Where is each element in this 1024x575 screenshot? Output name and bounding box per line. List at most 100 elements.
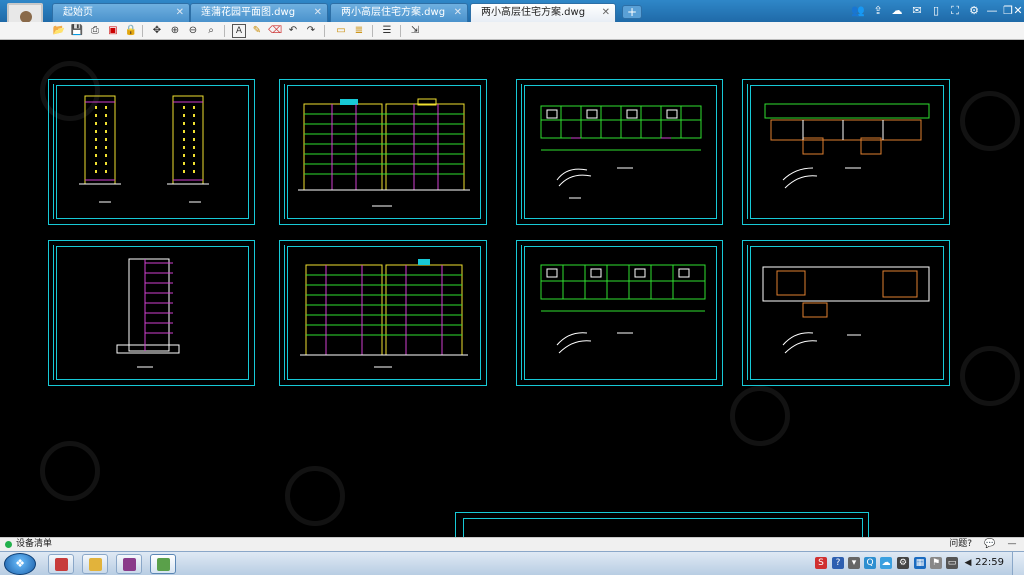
sogou-ime-icon[interactable]: S — [815, 557, 827, 569]
pan-icon[interactable]: ✥ — [150, 24, 164, 38]
toolbar-spacer — [0, 22, 46, 40]
watermark-icon — [960, 346, 1020, 406]
start-button[interactable]: ❖ — [4, 553, 36, 575]
taskbar-app-folder[interactable] — [82, 554, 108, 574]
feedback-link[interactable]: 问题? — [949, 538, 972, 551]
cloud-tray-icon[interactable]: ☁ — [880, 557, 892, 569]
toolbar-divider — [324, 25, 325, 37]
drawing-sheet-floor-plan-1[interactable] — [516, 79, 723, 225]
section-drawing — [116, 258, 180, 368]
qq-icon[interactable]: Q — [864, 557, 876, 569]
close-window-icon[interactable]: ✕ — [1010, 3, 1024, 19]
close-icon[interactable]: ✕ — [314, 4, 322, 21]
floor-plan-drawing — [540, 264, 706, 354]
tab-start-page[interactable]: 起始页 ✕ — [52, 3, 190, 22]
fullscreen-icon[interactable]: ⛶ — [947, 3, 963, 19]
toolbar-divider — [142, 25, 143, 37]
open-icon[interactable]: 📂 — [52, 24, 66, 38]
export-icon[interactable]: ⇲ — [408, 24, 422, 38]
watermark-icon — [730, 386, 790, 446]
flag-icon[interactable]: ⚑ — [930, 557, 942, 569]
taskbar: ❖ S ? ▾ Q ☁ ⚙ ▦ ⚑ ▭ ◀ 22:59 — [0, 551, 1024, 575]
watermark-icon — [960, 91, 1020, 151]
new-tab-button[interactable]: + — [622, 5, 642, 19]
lock-icon[interactable]: 🔒 — [124, 24, 138, 38]
taskbar-app-media[interactable] — [48, 554, 74, 574]
pdf-icon[interactable]: ▣ — [106, 24, 120, 38]
layer-icon[interactable]: ▭ — [334, 24, 348, 38]
rear-elevation-drawing — [300, 259, 468, 368]
tab-label: 两小高层住宅方案.dwg — [481, 7, 586, 18]
watermark-icon — [40, 441, 100, 501]
drawing-sheet-floor-plan-4[interactable] — [742, 240, 950, 386]
close-icon[interactable]: ✕ — [176, 4, 184, 21]
front-elevation-drawing — [298, 98, 470, 207]
tab-bar: 起始页 ✕ 莲蒲花园平面图.dwg ✕ 两小高层住宅方案.dwg ✕ 两小高层住… — [0, 0, 1024, 22]
drawing-sheet-section[interactable] — [48, 240, 255, 386]
roof-plan-drawing — [762, 266, 930, 354]
settings-tray-icon[interactable]: ⚙ — [897, 557, 909, 569]
drawing-sheet-rear-elevation[interactable] — [279, 240, 487, 386]
watermark-icon — [285, 466, 345, 526]
minimize-panel-icon[interactable]: — — [1006, 539, 1018, 550]
undo-icon[interactable]: ↶ — [286, 24, 300, 38]
chat-icon[interactable]: ✉ — [909, 3, 925, 19]
minimize-icon[interactable]: — — [984, 3, 1000, 19]
cad-app-icon — [157, 558, 170, 571]
zoom-window-icon[interactable]: ⌕ — [204, 24, 218, 38]
redo-icon[interactable]: ↷ — [304, 24, 318, 38]
windows-logo-icon: ❖ — [15, 557, 25, 570]
layer-list-icon[interactable]: ≣ — [352, 24, 366, 38]
save-icon[interactable]: 💾 — [70, 24, 84, 38]
print-icon[interactable]: ⎙ — [88, 24, 102, 38]
drawing-sheet-front-elevation[interactable] — [279, 79, 487, 225]
tab-lianpu-garden[interactable]: 莲蒲花园平面图.dwg ✕ — [190, 3, 328, 22]
phone-icon[interactable]: ▯ — [928, 3, 944, 19]
tab-label: 莲蒲花园平面图.dwg — [201, 7, 296, 18]
drawing-canvas[interactable] — [0, 41, 1024, 552]
tab-label: 两小高层住宅方案.dwg — [341, 7, 446, 18]
tab-residential-scheme-1[interactable]: 两小高层住宅方案.dwg ✕ — [330, 3, 468, 22]
taskbar-app-cad-viewer[interactable] — [150, 554, 176, 574]
share-icon[interactable]: ⇪ — [870, 3, 886, 19]
text-icon[interactable]: A — [232, 24, 246, 38]
network-icon[interactable]: ▦ — [914, 557, 926, 569]
users-icon[interactable]: 👥 — [850, 3, 866, 19]
zoom-in-icon[interactable]: ⊕ — [168, 24, 182, 38]
toolbar-divider — [372, 25, 373, 37]
app-icon — [55, 558, 68, 571]
drawing-sheet-floor-plan-3[interactable] — [516, 240, 723, 386]
cloud-icon[interactable]: ☁ — [889, 3, 905, 19]
show-desktop-button[interactable] — [1012, 552, 1024, 575]
status-icon — [5, 541, 12, 548]
monitor-icon[interactable]: ▭ — [946, 557, 958, 569]
eraser-icon[interactable]: ⌫ — [268, 24, 282, 38]
taskbar-app-archive[interactable] — [116, 554, 142, 574]
side-elevations-drawing — [79, 95, 209, 203]
chat-icon[interactable]: 💬 — [984, 539, 996, 550]
toolbar: 📂 💾 ⎙ ▣ 🔒 ✥ ⊕ ⊖ ⌕ A ✎ ⌫ ↶ ↷ ▭ ≣ ☰ ⇲ — [46, 22, 1024, 40]
status-bar: 设备清单 问题? 💬 — — [0, 537, 1024, 551]
close-icon[interactable]: ✕ — [602, 4, 610, 21]
close-icon[interactable]: ✕ — [454, 4, 462, 21]
help-icon[interactable]: ? — [832, 557, 844, 569]
tab-label: 起始页 — [63, 7, 93, 18]
drawing-sheet-floor-plan-2[interactable] — [742, 79, 950, 225]
toolbar-divider — [224, 25, 225, 37]
roof-plan-drawing — [764, 103, 930, 189]
folder-icon — [89, 558, 102, 571]
drawing-sheet-side-elevations[interactable] — [48, 79, 255, 225]
archive-icon — [123, 558, 136, 571]
pencil-icon[interactable]: ✎ — [250, 24, 264, 38]
clock[interactable]: 22:59 — [975, 552, 1004, 574]
tab-residential-scheme-2[interactable]: 两小高层住宅方案.dwg ✕ — [470, 3, 616, 22]
tray-arrow-icon[interactable]: ▾ — [848, 557, 860, 569]
settings-icon[interactable]: ⚙ — [966, 3, 982, 19]
device-list-label[interactable]: 设备清单 — [16, 538, 52, 551]
floor-plan-drawing — [540, 105, 702, 199]
toolbar-divider — [400, 25, 401, 37]
volume-icon[interactable]: ◀ — [962, 557, 974, 569]
zoom-out-icon[interactable]: ⊖ — [186, 24, 200, 38]
cad-viewer-window: 起始页 ✕ 莲蒲花园平面图.dwg ✕ 两小高层住宅方案.dwg ✕ 两小高层住… — [0, 0, 1024, 575]
layers-stack-icon[interactable]: ☰ — [380, 24, 394, 38]
